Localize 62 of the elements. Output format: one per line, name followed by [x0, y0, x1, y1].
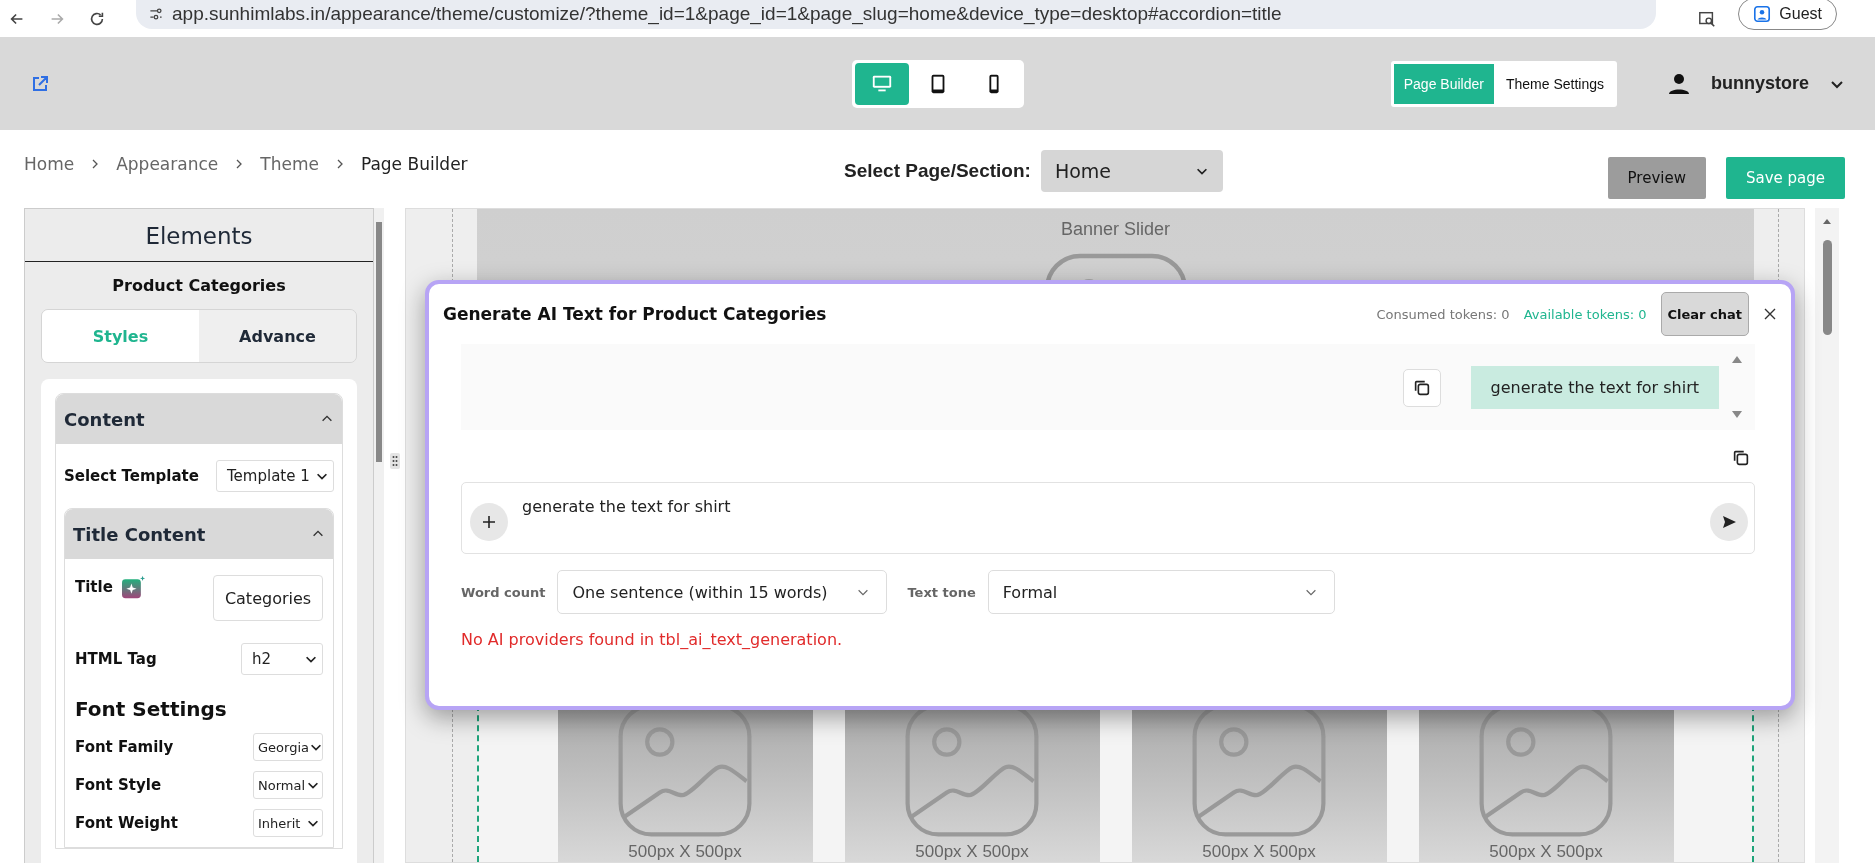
- address-bar[interactable]: app.sunhimlabs.in/appearance/theme/customize/?theme_id=1&page_id=1&page_slug=home&device_type=desktop#accordion=title: [136, 0, 1657, 29]
- user-icon[interactable]: [1667, 71, 1691, 96]
- select-field[interactable]: Normal: [253, 771, 323, 799]
- image-size-label: 500px X 500px: [915, 842, 1029, 862]
- ai-sparkle-icon[interactable]: [120, 575, 147, 599]
- text-field[interactable]: Categories: [213, 575, 323, 621]
- page-select[interactable]: Home: [1040, 150, 1223, 192]
- url-text: app.sunhimlabs.in/appearance/theme/customize/?theme_id=1&page_id=1&page_slug=home&device_type=desktop#accordion=title: [172, 2, 1282, 25]
- breadcrumb-link[interactable]: Theme: [260, 154, 319, 174]
- select-field[interactable]: Inherit: [253, 809, 323, 837]
- site-settings-icon[interactable]: [148, 5, 164, 22]
- copy-button[interactable]: [1402, 368, 1441, 407]
- field-label: Select Template: [64, 467, 199, 485]
- breadcrumb-link[interactable]: Appearance: [116, 154, 219, 174]
- scrollbar-thumb[interactable]: [1822, 240, 1832, 335]
- close-icon[interactable]: [1763, 307, 1777, 321]
- search-icon[interactable]: [1698, 9, 1717, 28]
- field-label: Text tone: [907, 584, 976, 600]
- breadcrumb-current: Page Builder: [360, 154, 468, 174]
- copy-icon[interactable]: [1731, 448, 1751, 468]
- available-tokens: Available tokens: 0: [1523, 306, 1647, 322]
- template-select[interactable]: Template 1: [216, 460, 334, 492]
- field-label: Word count: [461, 584, 546, 600]
- plus-icon: [481, 514, 497, 530]
- drag-handle-icon[interactable]: [389, 452, 400, 469]
- section-label: Banner Slider: [1060, 218, 1171, 240]
- image-size-label: 500px X 500px: [1489, 842, 1603, 862]
- accordion-header[interactable]: Title Content: [65, 509, 333, 559]
- section-heading: Font Settings: [75, 697, 227, 721]
- breadcrumb-link[interactable]: Home: [24, 154, 75, 174]
- accordion-header[interactable]: Content: [56, 394, 342, 444]
- image-size-label: 500px X 500px: [628, 842, 742, 862]
- person-icon: [1753, 4, 1772, 23]
- field-label: Font Weight: [75, 814, 178, 832]
- preview-button[interactable]: Preview: [1607, 157, 1706, 199]
- select-field[interactable]: One sentence (within 15 words): [557, 570, 888, 614]
- dialog-title: Generate AI Text for Product Categories: [443, 304, 827, 324]
- field-label: Font Style: [75, 776, 162, 794]
- send-button[interactable]: [1710, 503, 1748, 541]
- select-field[interactable]: Georgia: [253, 733, 323, 761]
- clear-chat-button[interactable]: Clear chat: [1660, 292, 1749, 336]
- chat-message: generate the text for shirt: [1470, 366, 1719, 409]
- select-field[interactable]: h2: [241, 643, 323, 675]
- element-name: Product Categories: [111, 275, 287, 297]
- select-field[interactable]: Formal: [987, 570, 1335, 614]
- scrollbar[interactable]: [374, 208, 384, 863]
- prompt-field[interactable]: generate the text for shirt: [461, 482, 1755, 554]
- error-message: No AI providers found in tbl_ai_text_generation.: [461, 630, 844, 649]
- add-button[interactable]: [470, 503, 508, 541]
- consumed-tokens: Consumed tokens: 0: [1376, 306, 1510, 322]
- scrollbar[interactable]: [1815, 208, 1839, 863]
- scroll-down-icon[interactable]: [1731, 410, 1743, 420]
- field-label: Font Family: [75, 738, 174, 756]
- page-select-label: Select Page/Section:: [844, 160, 1031, 182]
- scroll-up-icon[interactable]: [1731, 354, 1743, 364]
- field-label: HTML Tag: [75, 650, 157, 668]
- image-size-label: 500px X 500px: [1202, 842, 1316, 862]
- send-icon: [1721, 514, 1737, 530]
- external-link-icon[interactable]: [30, 73, 50, 94]
- user-name[interactable]: bunnystore: [1711, 73, 1809, 94]
- panel-title: Elements: [25, 209, 373, 262]
- field-label: Title: [75, 578, 113, 596]
